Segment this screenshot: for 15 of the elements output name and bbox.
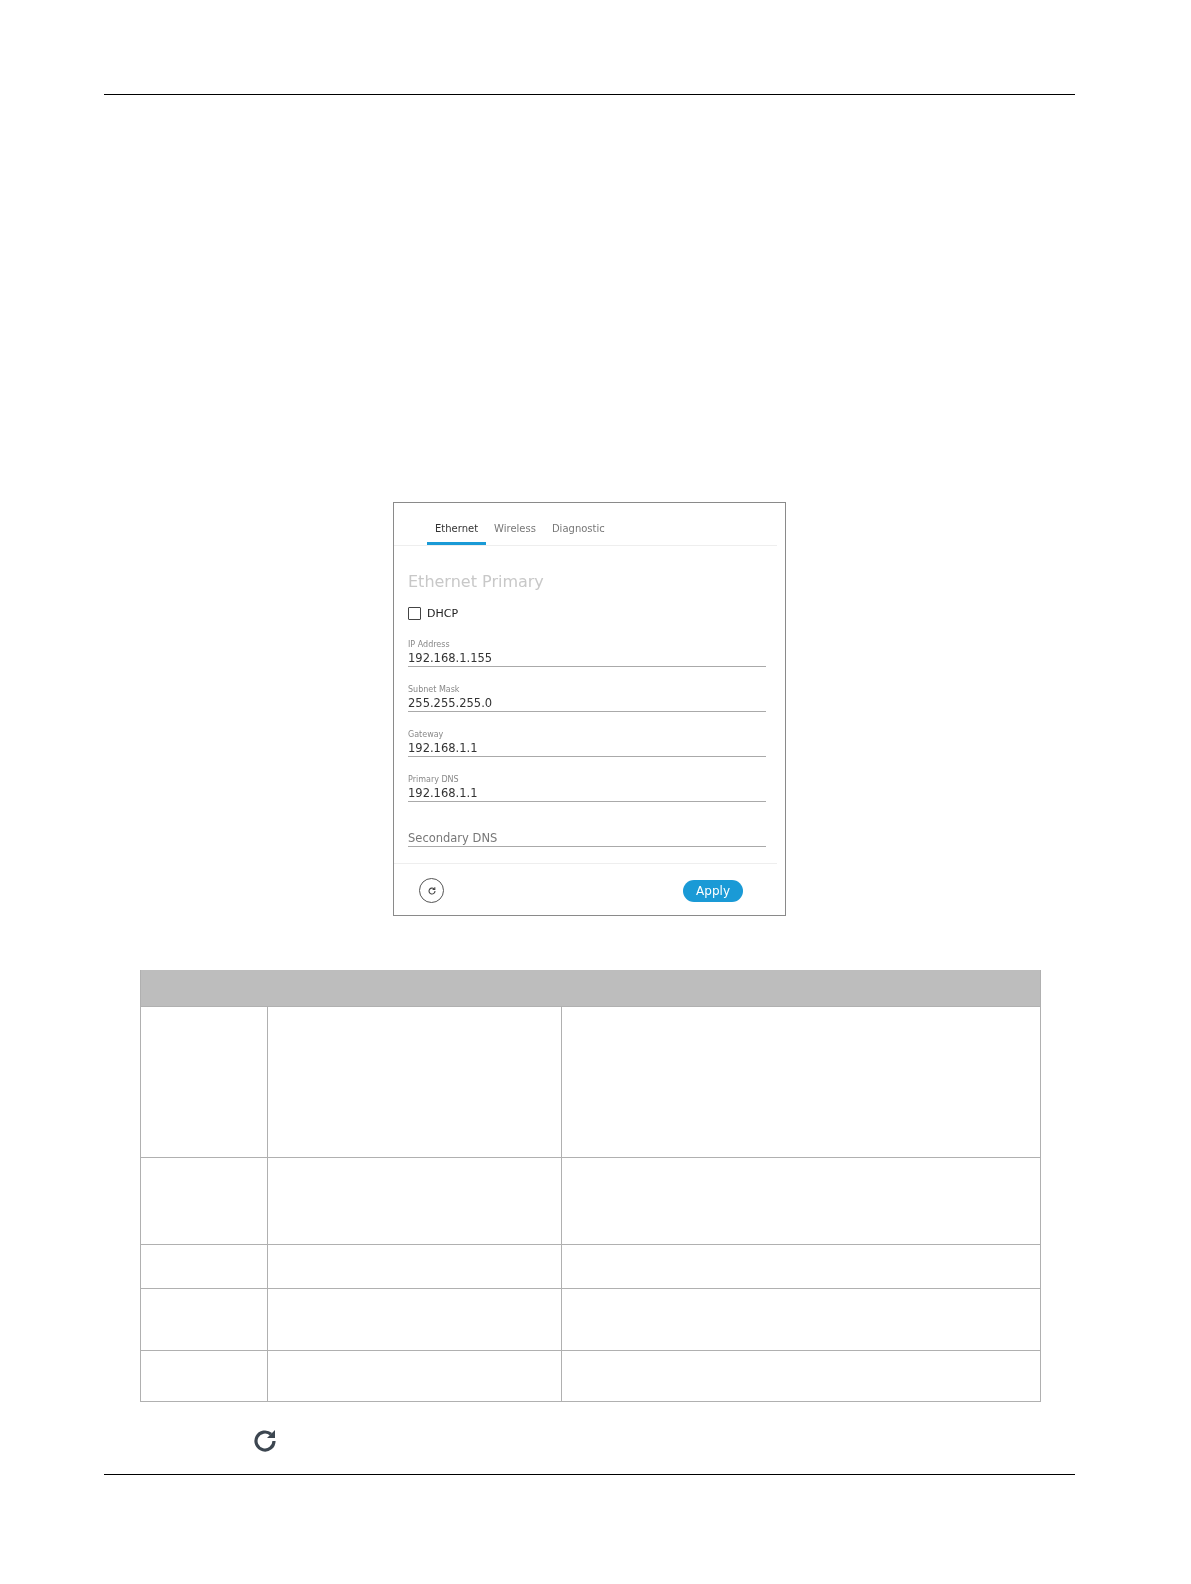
input-field[interactable]: 192.168.1.155 <box>408 650 766 667</box>
checkbox-label: DHCP <box>427 607 459 620</box>
tab[interactable]: Ethernet <box>427 521 487 545</box>
input-field[interactable]: Secondary DNS <box>408 830 766 847</box>
input-field[interactable]: 192.168.1.1 <box>408 740 766 757</box>
field-label: Subnet Mask <box>408 685 460 695</box>
input-field[interactable]: 192.168.1.1 <box>408 785 766 802</box>
field-label: Gateway <box>408 730 444 740</box>
checkbox[interactable] <box>408 607 421 620</box>
field-label: IP Address <box>408 640 450 650</box>
tab[interactable]: Diagnostic <box>543 521 613 545</box>
refresh-icon <box>426 885 437 896</box>
input-field[interactable]: 255.255.255.0 <box>408 695 766 712</box>
field-label: Primary DNS <box>408 775 459 785</box>
tab[interactable]: Wireless <box>486 521 544 545</box>
